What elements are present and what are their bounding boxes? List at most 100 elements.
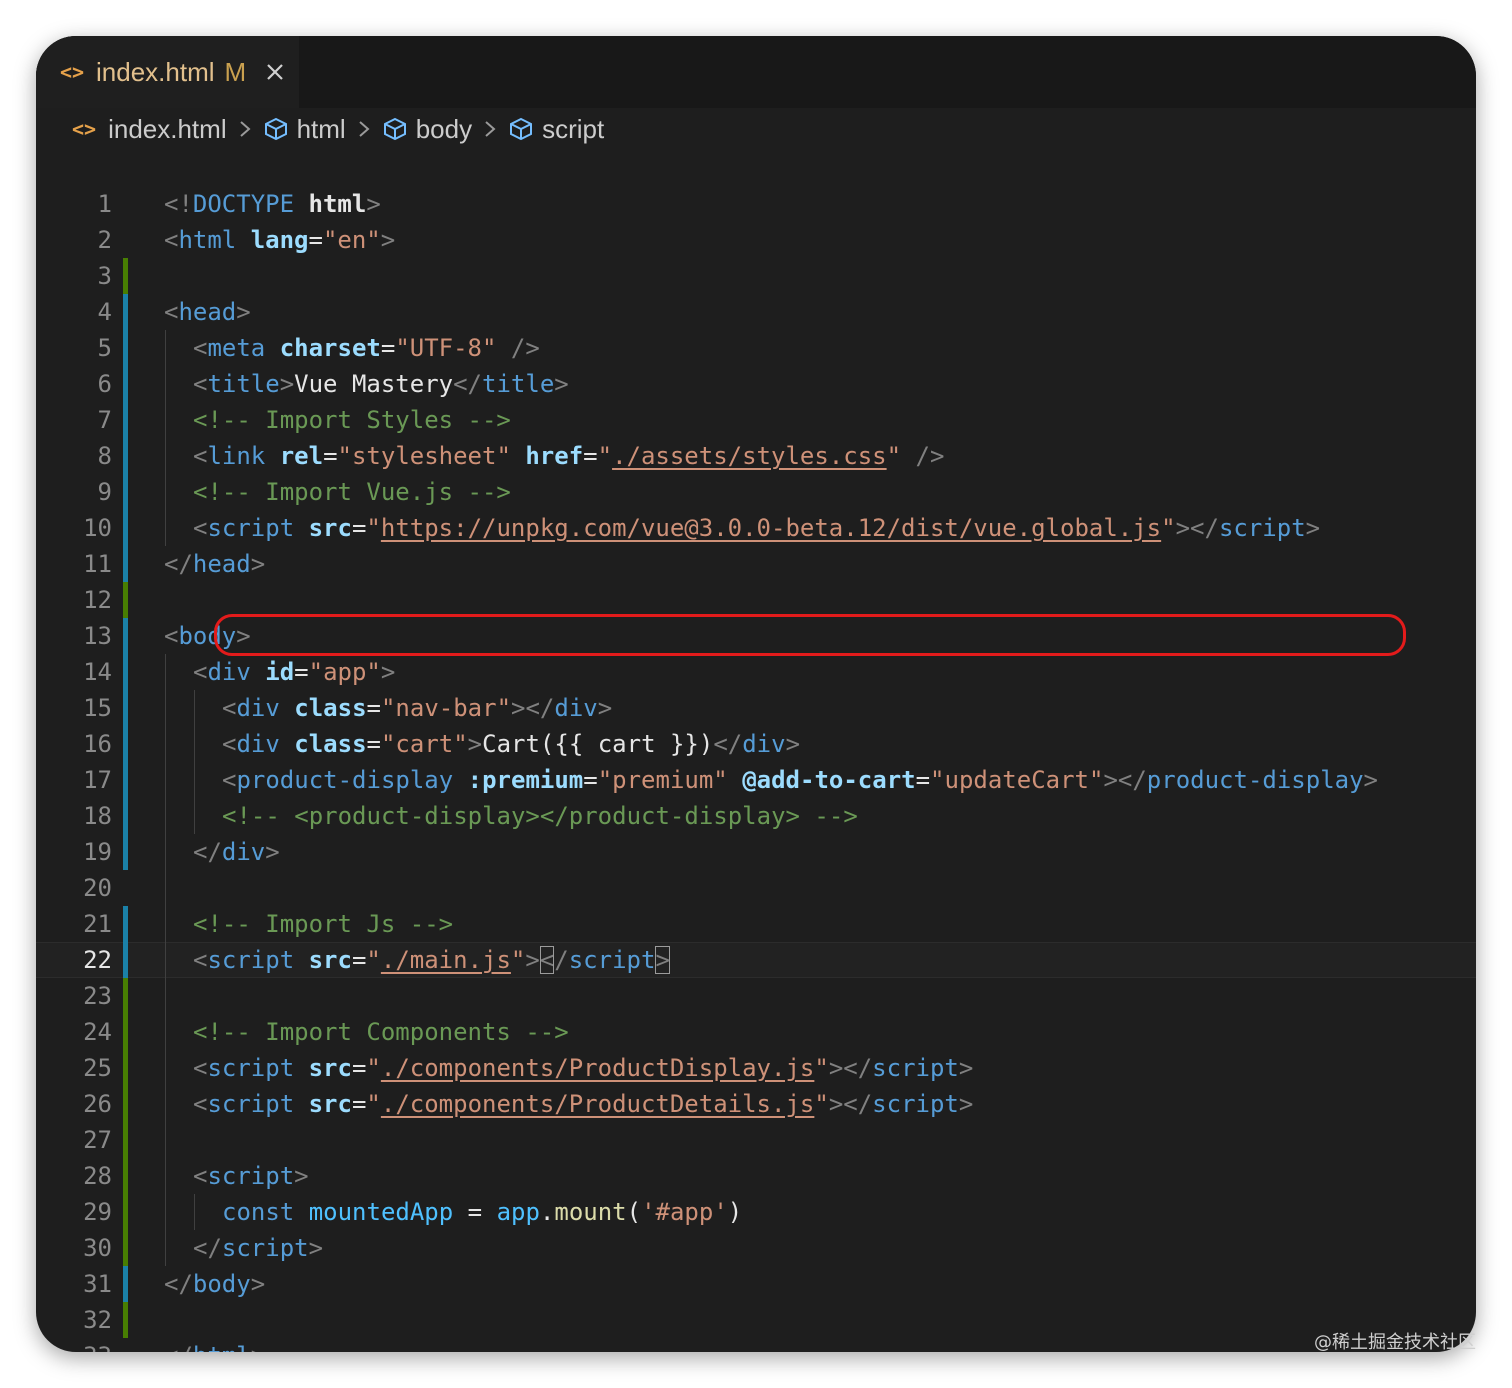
code-token: > [308,1234,324,1262]
code-token: "nav-bar" [380,694,512,722]
code-token: " [886,442,902,470]
code-token: div [207,658,251,686]
code-token: > [236,298,251,326]
code-token: "cart" [380,730,468,758]
code-token: < [193,334,208,362]
code-line[interactable]: 9 <!-- Import Vue.js --> [36,474,1476,510]
code-line[interactable]: 6 <title>Vue Mastery</title> [36,366,1476,402]
code-token: const [222,1198,295,1226]
code-token: https://unpkg.com/vue@3.0.0-beta.12/dist… [380,514,1162,542]
code-line[interactable]: 19 </div> [36,834,1476,870]
code-line[interactable]: 33 </html> [36,1338,1476,1352]
code-token: = [915,766,931,794]
code-text: <!-- <product-display></product-display>… [222,798,858,834]
code-token: mount [554,1198,627,1226]
code-token: body [192,1270,251,1298]
code-line[interactable]: 2 <html lang="en"> [36,222,1476,258]
close-icon[interactable] [264,61,286,83]
cube-icon [510,117,533,141]
code-line[interactable]: 30 </script> [36,1230,1476,1266]
code-token: </ [453,370,483,398]
code-token: " [366,1090,381,1118]
code-line[interactable]: 15 <div class="nav-bar"></div> [36,690,1476,726]
code-token: "stylesheet" [337,442,511,470]
breadcrumb-item-body[interactable]: body [382,114,472,145]
code-token: "updateCart" [930,766,1104,794]
code-token: " [814,1090,829,1118]
modified-badge: M [224,56,247,87]
code-token: Cart({{ cart }}) [482,730,714,758]
code-token: script [568,946,656,974]
code-line[interactable]: 11 </head> [36,546,1476,582]
code-text: <script src="./main.js"></script> [193,943,670,977]
code-token: > [525,946,540,974]
code-line[interactable]: 7 <!-- Import Styles --> [36,402,1476,438]
code-token: rel [279,442,324,470]
code-line[interactable]: 28 <script> [36,1158,1476,1194]
code-token: < [193,1054,208,1082]
breadcrumb-item-file[interactable]: <> index.html [72,114,227,145]
code-token: = [351,1054,367,1082]
code-token: > [655,946,670,974]
line-number: 2 [97,226,112,254]
code-token: < [193,514,208,542]
code-token: "UTF-8" [395,334,497,362]
html-file-icon: <> [72,117,97,141]
gutter-change-mark [123,582,128,618]
code-token: > [236,622,251,650]
code-token: > [366,190,381,218]
code-token: < [222,766,237,794]
code-line[interactable]: 32 [36,1302,1476,1338]
code-line[interactable]: 3 [36,258,1476,294]
code-line[interactable]: 26 <script src="./components/ProductDetai… [36,1086,1476,1122]
code-line[interactable]: 14 <div id="app"> [36,654,1476,690]
code-line[interactable]: 25 <script src="./components/ProductDispl… [36,1050,1476,1086]
code-line[interactable]: 31 </body> [36,1266,1476,1302]
code-line[interactable]: 1 <!DOCTYPE html> [36,186,1476,222]
code-token: = [380,334,396,362]
code-line[interactable]: 21 <!-- Import Js --> [36,906,1476,942]
code-token: script [872,1090,959,1118]
code-token: "en" [322,226,381,254]
code-token: </ [164,1342,193,1352]
code-line[interactable]: 23 [36,978,1476,1014]
breadcrumb-item-html[interactable]: html [263,114,346,145]
code-line[interactable]: 17 <product-display :premium="premium" @a… [36,762,1476,798]
code-token: "premium" [597,766,728,794]
code-line[interactable]: 5 <meta charset="UTF-8" /> [36,330,1476,366]
code-token: > [554,370,569,398]
code-token: script [207,1054,295,1082]
chevron-right-icon [359,121,370,137]
code-text: </div> [193,834,280,870]
code-line[interactable]: 10 <script src="https://unpkg.com/vue@3.0… [36,510,1476,546]
code-line[interactable]: 18 <!-- <product-display></product-displa… [36,798,1476,834]
code-token: / [554,946,569,974]
line-number: 25 [83,1054,112,1082]
code-line[interactable]: 4 <head> [36,294,1476,330]
code-line[interactable]: 29 const mountedApp = app.mount('#app') [36,1194,1476,1230]
code-line[interactable]: 22 <script src="./main.js"></script> [36,942,1476,978]
code-line[interactable]: 12 [36,582,1476,618]
code-editor[interactable]: 1 <!DOCTYPE html> 2 <html lang="en"> 3 4 <head… [36,148,1476,1352]
code-token: = [583,766,598,794]
code-line[interactable]: 8 <link rel="stylesheet" href="./assets/s… [36,438,1476,474]
code-token: ./components/ProductDetails.js [380,1090,815,1118]
gutter-change-mark [123,294,128,582]
code-line[interactable]: 20 [36,870,1476,906]
code-line[interactable]: 24 <!-- Import Components --> [36,1014,1476,1050]
code-token: /> [915,442,945,470]
code-token: " [366,946,381,974]
code-token: div [221,838,266,866]
code-line[interactable]: 13 <body> [36,618,1476,654]
code-text: <link rel="stylesheet" href="./assets/st… [193,438,944,474]
code-line[interactable]: 27 [36,1122,1476,1158]
breadcrumb-item-script[interactable]: script [508,114,604,145]
code-text: <div id="app"> [193,654,395,690]
tab-index-html[interactable]: <> index.html M [36,36,299,108]
code-line[interactable]: 16 <div class="cart">Cart({{ cart }})</di… [36,726,1476,762]
code-token: </ [193,838,222,866]
code-text: <div class="cart">Cart({{ cart }})</div> [222,726,800,762]
code-token: > [467,730,483,758]
